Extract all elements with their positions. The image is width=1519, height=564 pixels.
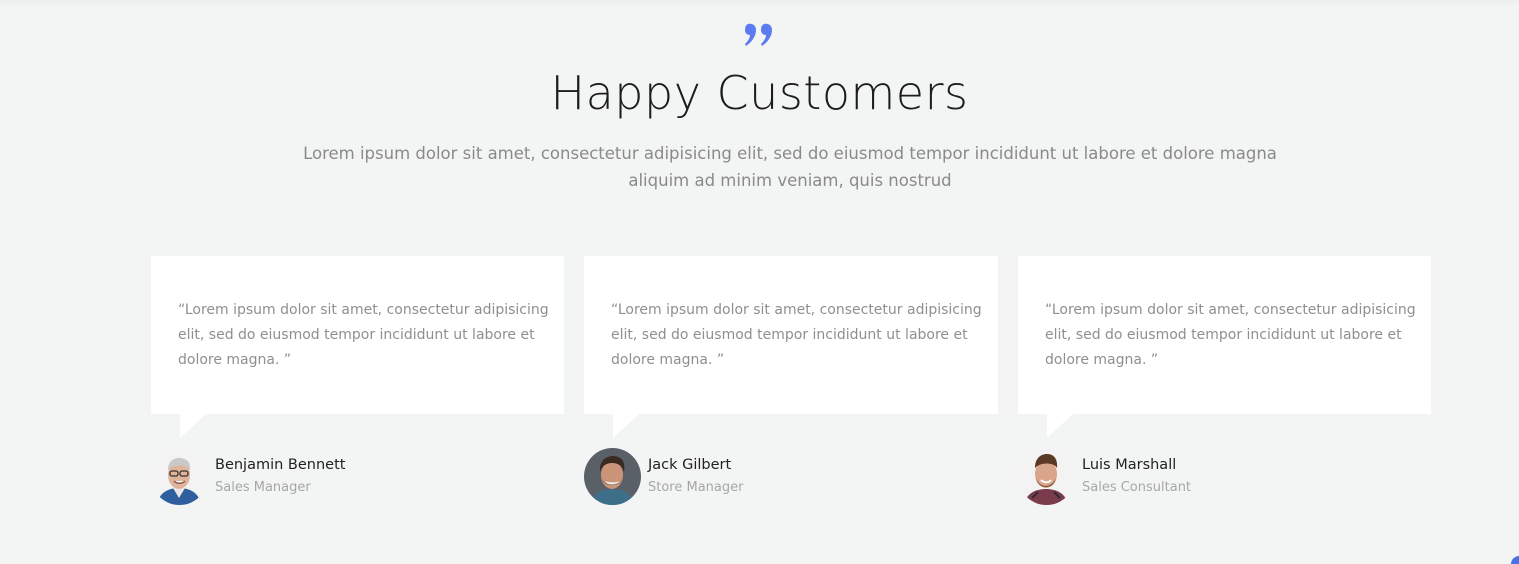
avatar <box>1018 448 1075 505</box>
testimonial-author: Jack Gilbert Store Manager <box>584 448 884 508</box>
testimonial-card: “Lorem ipsum dolor sit amet, consectetur… <box>1018 256 1431 438</box>
testimonial-author: Luis Marshall Sales Consultant <box>1018 448 1318 508</box>
scroll-to-top-button[interactable] <box>1511 556 1519 564</box>
author-name: Luis Marshall <box>1082 457 1177 473</box>
top-divider <box>0 0 1519 6</box>
section-title: Happy Customers <box>550 66 969 120</box>
avatar <box>584 448 641 505</box>
section-subtitle: Lorem ipsum dolor sit amet, consectetur … <box>303 144 1277 190</box>
author-role: Store Manager <box>648 480 744 495</box>
speech-bubble-tail <box>180 414 206 438</box>
testimonial-card: “Lorem ipsum dolor sit amet, consectetur… <box>584 256 998 438</box>
speech-bubble-tail <box>1047 414 1073 438</box>
author-name: Jack Gilbert <box>648 457 732 473</box>
testimonial-card: “Lorem ipsum dolor sit amet, consectetur… <box>151 256 564 438</box>
avatar <box>151 448 208 505</box>
author-role: Sales Consultant <box>1082 480 1192 495</box>
testimonial-quote: “Lorem ipsum dolor sit amet, consectetur… <box>611 302 982 368</box>
quote-icon <box>0 22 1519 62</box>
author-role: Sales Manager <box>215 480 311 495</box>
testimonial-quote: “Lorem ipsum dolor sit amet, consectetur… <box>1045 302 1416 368</box>
speech-bubble-tail <box>613 414 639 438</box>
testimonial-quote: “Lorem ipsum dolor sit amet, consectetur… <box>178 302 549 368</box>
testimonial-author: Benjamin Bennett Sales Manager <box>151 448 451 508</box>
author-name: Benjamin Bennett <box>215 457 346 473</box>
